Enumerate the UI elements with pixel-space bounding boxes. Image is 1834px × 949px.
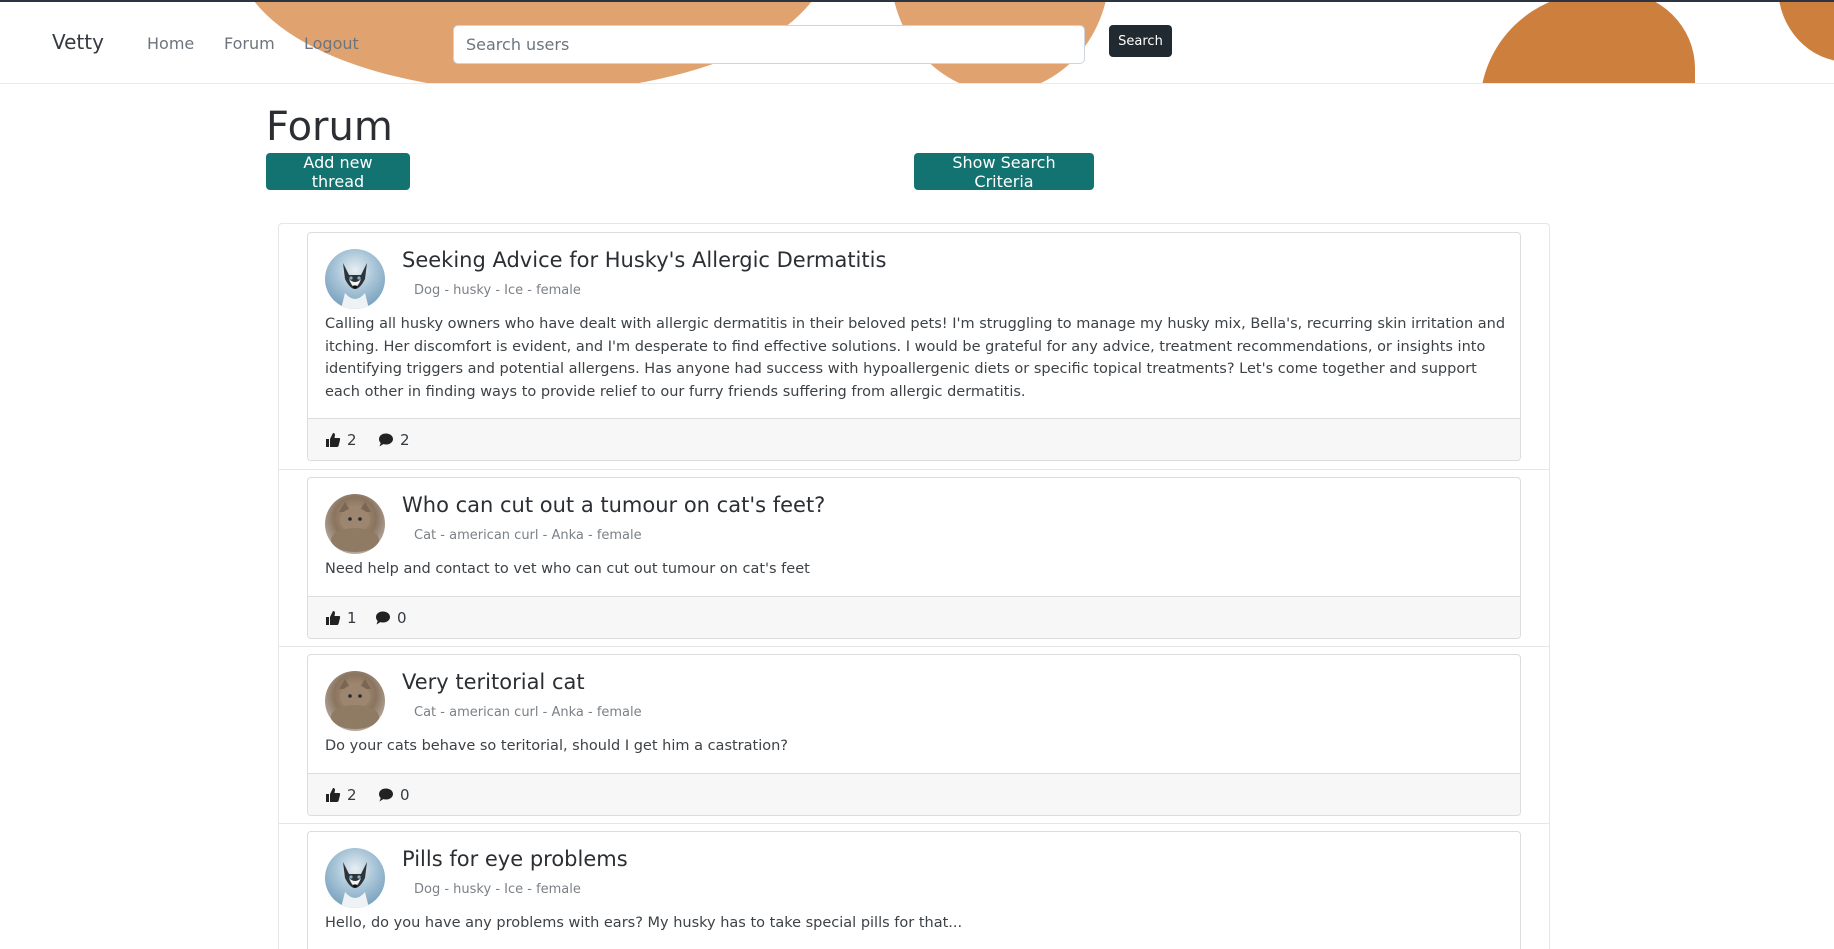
comments-count: 2 bbox=[400, 431, 410, 449]
thumbs-up-icon bbox=[326, 611, 341, 625]
comments-count: 0 bbox=[400, 786, 410, 804]
decorative-blob bbox=[1480, 2, 1695, 83]
cat-avatar bbox=[325, 494, 385, 554]
thread-title[interactable]: Pills for eye problems bbox=[402, 847, 628, 871]
thread-card[interactable]: Very teritorial cat Cat - american curl … bbox=[307, 654, 1521, 816]
likes-count: 2 bbox=[347, 431, 357, 449]
thread-footer: 1 0 bbox=[308, 596, 1520, 638]
pet-info: Dog - husky - Ice - female bbox=[414, 882, 581, 897]
likes-count: 1 bbox=[347, 609, 357, 627]
pet-info: Dog - husky - Ice - female bbox=[414, 283, 581, 298]
husky-avatar bbox=[325, 848, 385, 908]
thread-title[interactable]: Seeking Advice for Husky's Allergic Derm… bbox=[402, 248, 886, 272]
thread-content: Calling all husky owners who have dealt … bbox=[325, 316, 1506, 400]
thread-card[interactable]: Who can cut out a tumour on cat's feet? … bbox=[307, 477, 1521, 639]
comments-counter[interactable]: 2 bbox=[378, 431, 410, 449]
likes-counter[interactable]: 2 bbox=[325, 786, 357, 804]
thumbs-up-icon bbox=[326, 433, 341, 447]
thread-footer: 2 0 bbox=[308, 773, 1520, 815]
likes-counter[interactable]: 1 bbox=[325, 609, 357, 627]
nav-forum-link[interactable]: Forum bbox=[224, 34, 275, 53]
search-users-input[interactable] bbox=[453, 25, 1085, 64]
husky-avatar bbox=[325, 249, 385, 309]
thumbs-up-icon bbox=[326, 788, 341, 802]
divider bbox=[279, 646, 1549, 647]
page-title: Forum bbox=[266, 104, 393, 150]
thread-footer: 2 2 bbox=[308, 418, 1520, 460]
comments-counter[interactable]: 0 bbox=[378, 786, 410, 804]
decorative-blob bbox=[1778, 2, 1834, 62]
pet-info: Cat - american curl - Anka - female bbox=[414, 528, 642, 543]
thread-content: Hello, do you have any problems with ear… bbox=[325, 915, 963, 931]
thread-card[interactable]: Pills for eye problems Dog - husky - Ice… bbox=[307, 831, 1521, 949]
likes-counter[interactable]: 2 bbox=[325, 431, 357, 449]
nav-logout-link[interactable]: Logout bbox=[304, 34, 359, 53]
comment-icon bbox=[376, 611, 390, 625]
search-button[interactable]: Search bbox=[1109, 25, 1172, 57]
divider bbox=[279, 469, 1549, 470]
nav-home-link[interactable]: Home bbox=[147, 34, 194, 53]
brand-logo[interactable]: Vetty bbox=[52, 30, 104, 54]
cat-avatar bbox=[325, 671, 385, 731]
comments-count: 0 bbox=[397, 609, 407, 627]
thread-content: Do your cats behave so teritorial, shoul… bbox=[325, 738, 789, 754]
thread-list: Seeking Advice for Husky's Allergic Derm… bbox=[278, 223, 1550, 949]
comments-counter[interactable]: 0 bbox=[375, 609, 407, 627]
add-new-thread-button[interactable]: Add new thread bbox=[266, 153, 410, 191]
divider bbox=[279, 823, 1549, 824]
thread-content: Need help and contact to vet who can cut… bbox=[325, 561, 810, 577]
comment-icon bbox=[379, 788, 393, 802]
pet-info: Cat - american curl - Anka - female bbox=[414, 705, 642, 720]
likes-count: 2 bbox=[347, 786, 357, 804]
show-search-criteria-button[interactable]: Show Search Criteria bbox=[914, 153, 1094, 191]
thread-title[interactable]: Who can cut out a tumour on cat's feet? bbox=[402, 493, 825, 517]
comment-icon bbox=[379, 433, 393, 447]
thread-card[interactable]: Seeking Advice for Husky's Allergic Derm… bbox=[307, 232, 1521, 461]
navbar: Vetty Home Forum Logout Search bbox=[0, 2, 1834, 84]
thread-title[interactable]: Very teritorial cat bbox=[402, 670, 585, 694]
